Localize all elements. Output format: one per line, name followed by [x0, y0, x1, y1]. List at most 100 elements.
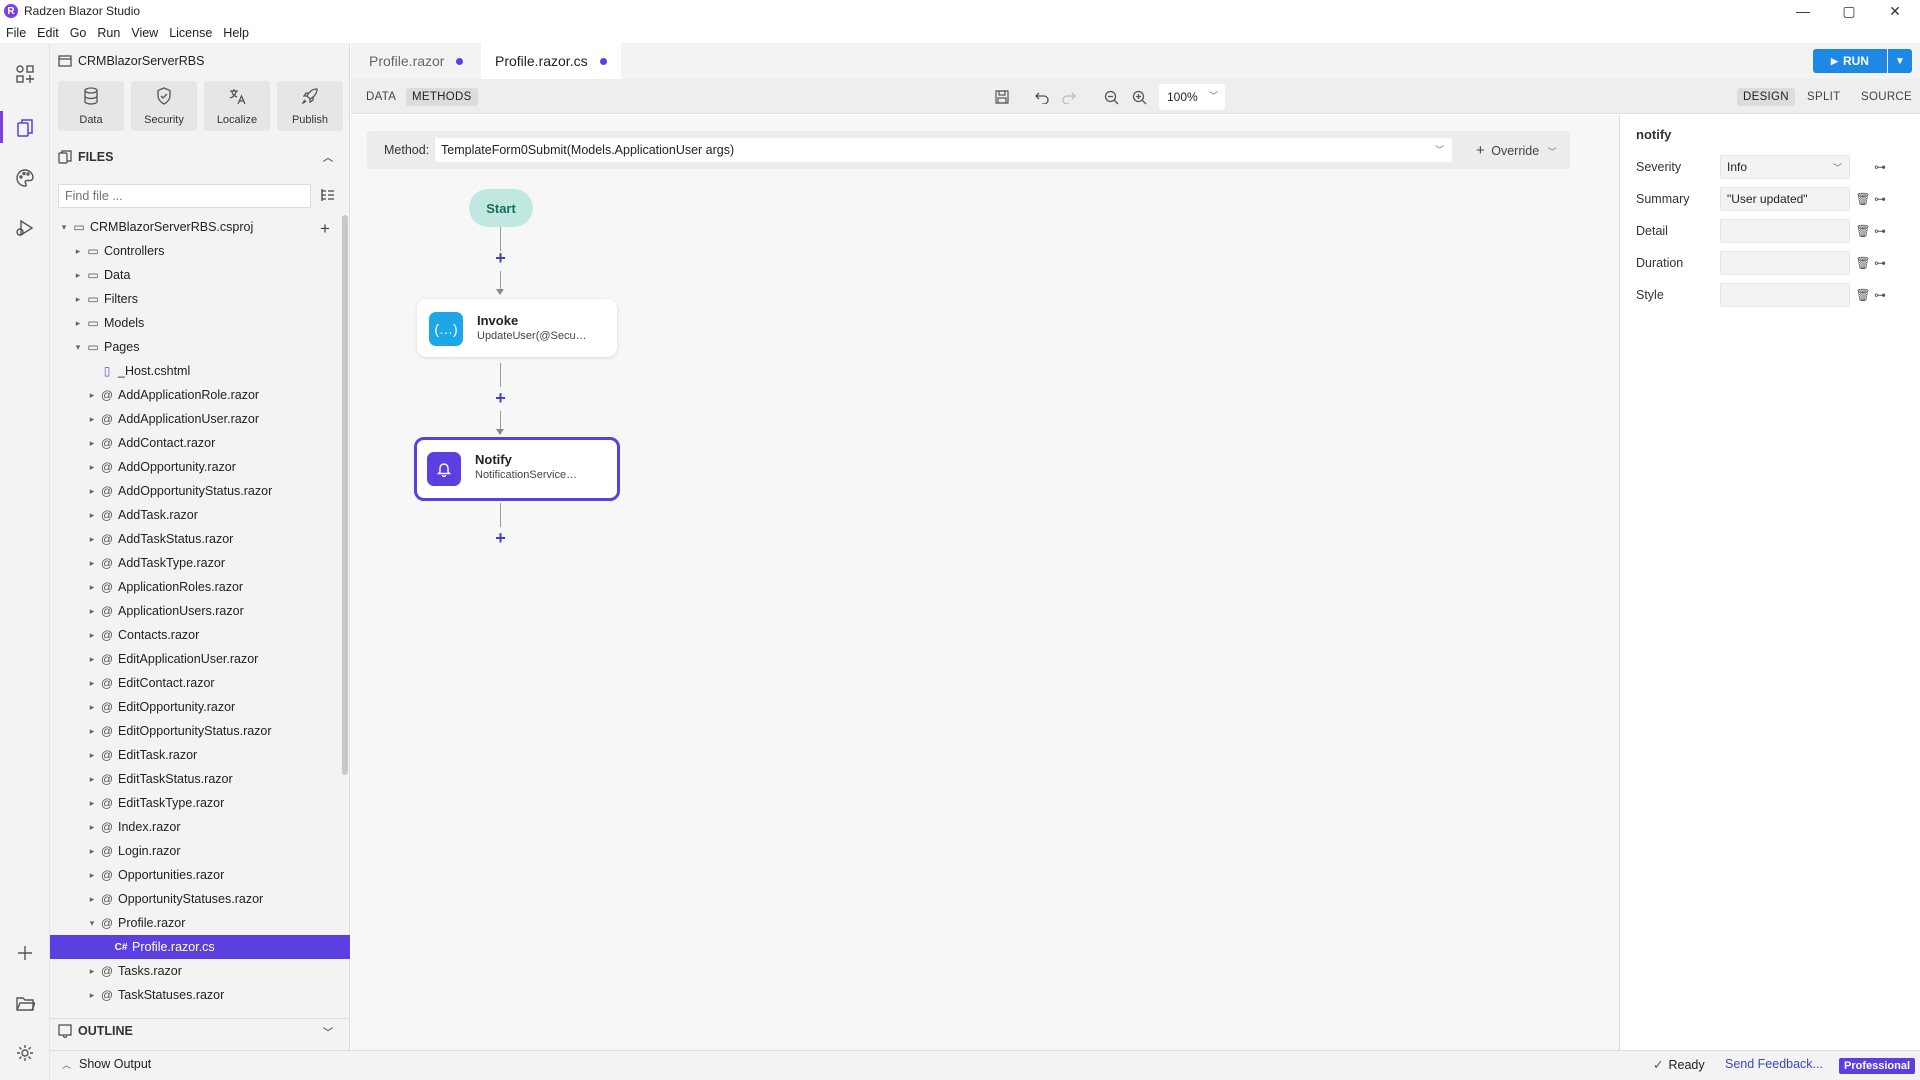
menu-view[interactable]: View: [131, 26, 158, 40]
chevron-right-icon[interactable]: ▸: [86, 846, 98, 857]
tree-item[interactable]: ▸ @ EditTaskStatus.razor: [50, 767, 350, 791]
tree-item[interactable]: ▸ @ EditContact.razor: [50, 671, 350, 695]
chevron-right-icon[interactable]: ▸: [86, 606, 98, 617]
restore-button[interactable]: ▢: [1826, 0, 1872, 22]
tree-item[interactable]: ▸ @ AddOpportunityStatus.razor: [50, 479, 350, 503]
menu-edit[interactable]: Edit: [37, 26, 59, 40]
tree-item[interactable]: ▸ ▭ Models: [50, 311, 350, 335]
delete-icon[interactable]: 🗑: [1854, 222, 1872, 240]
folder-open-icon[interactable]: [12, 990, 38, 1016]
outline-section-header[interactable]: OUTLINE ﹀: [50, 1018, 350, 1042]
chevron-right-icon[interactable]: ▸: [86, 702, 98, 713]
publish-tool-button[interactable]: Publish: [277, 81, 343, 131]
chevron-right-icon[interactable]: ▸: [86, 822, 98, 833]
security-tool-button[interactable]: Security: [131, 81, 197, 131]
chevron-right-icon[interactable]: ▸: [86, 486, 98, 497]
files-icon[interactable]: [12, 115, 38, 141]
chevron-right-icon[interactable]: ▸: [86, 750, 98, 761]
chevron-right-icon[interactable]: ▸: [86, 534, 98, 545]
chevron-right-icon[interactable]: ▸: [86, 654, 98, 665]
chevron-right-icon[interactable]: ▸: [86, 630, 98, 641]
tree-item[interactable]: ▸ @ AddContact.razor: [50, 431, 350, 455]
files-section-header[interactable]: FILES ︿: [50, 145, 350, 169]
tab-methods[interactable]: METHODS: [406, 88, 478, 106]
components-icon[interactable]: [12, 61, 38, 87]
chevron-down-icon[interactable]: ▾: [58, 222, 70, 233]
tree-item[interactable]: ▸ @ Tasks.razor: [50, 959, 350, 983]
tree-item[interactable]: ▸ ▭ Filters: [50, 287, 350, 311]
tree-item[interactable]: ▸ @ AddTaskStatus.razor: [50, 527, 350, 551]
chevron-right-icon[interactable]: ▸: [72, 294, 84, 305]
menu-go[interactable]: Go: [70, 26, 87, 40]
tree-item[interactable]: ▸ @ AddTask.razor: [50, 503, 350, 527]
start-node[interactable]: Start: [469, 189, 533, 227]
tree-item[interactable]: ▸ ▭ Data: [50, 263, 350, 287]
tree-item[interactable]: ▸ @ OpportunityStatuses.razor: [50, 887, 350, 911]
tab-design[interactable]: DESIGN: [1737, 88, 1795, 106]
zoom-select[interactable]: 100% ﹀: [1159, 84, 1225, 110]
chevron-right-icon[interactable]: ▸: [86, 774, 98, 785]
tree-item[interactable]: ▸ ▭ Controllers: [50, 239, 350, 263]
redo-icon[interactable]: [1059, 87, 1079, 107]
zoom-in-icon[interactable]: [1129, 87, 1149, 107]
chevron-right-icon[interactable]: ▸: [86, 678, 98, 689]
severity-select[interactable]: Info ﹀: [1720, 155, 1850, 179]
tree-scrollbar[interactable]: [342, 215, 348, 775]
tab-profile-razor-cs[interactable]: Profile.razor.cs: [481, 43, 621, 79]
tree-item[interactable]: ▸ @ AddOpportunity.razor: [50, 455, 350, 479]
find-file-input[interactable]: [58, 184, 311, 208]
tab-data[interactable]: DATA: [360, 88, 402, 106]
link-icon[interactable]: ⊶: [1871, 222, 1889, 240]
tree-item[interactable]: ▸ @ EditOpportunityStatus.razor: [50, 719, 350, 743]
undo-icon[interactable]: [1032, 87, 1052, 107]
tree-item[interactable]: ▾ ▭ Pages: [50, 335, 350, 359]
show-output-button[interactable]: ︿ Show Output: [62, 1057, 151, 1071]
tree-item[interactable]: ▸ @ Opportunities.razor: [50, 863, 350, 887]
chevron-right-icon[interactable]: ▸: [86, 414, 98, 425]
chevron-right-icon[interactable]: ▸: [86, 390, 98, 401]
tree-item[interactable]: ▸ @ TaskStatuses.razor: [50, 983, 350, 1007]
tree-item[interactable]: ▸ @ AddApplicationRole.razor: [50, 383, 350, 407]
method-select[interactable]: TemplateForm0Submit(Models.ApplicationUs…: [435, 138, 1452, 162]
tree-item[interactable]: ▸ @ AddTaskType.razor: [50, 551, 350, 575]
debug-icon[interactable]: [12, 215, 38, 241]
style-input[interactable]: [1720, 283, 1850, 307]
tree-item[interactable]: ▸ @ AddApplicationUser.razor: [50, 407, 350, 431]
chevron-right-icon[interactable]: ▸: [86, 726, 98, 737]
tree-item[interactable]: ▾ ▭ CRMBlazorServerRBS.csproj: [50, 215, 350, 239]
link-icon[interactable]: ⊶: [1871, 286, 1889, 304]
link-icon[interactable]: ⊶: [1871, 190, 1889, 208]
chevron-down-icon[interactable]: ▾: [72, 342, 84, 353]
minimize-button[interactable]: —: [1780, 0, 1826, 22]
tree-item[interactable]: ▸ @ EditTaskType.razor: [50, 791, 350, 815]
tree-item[interactable]: ▸ @ Login.razor: [50, 839, 350, 863]
tab-source[interactable]: SOURCE: [1855, 88, 1918, 106]
delete-icon[interactable]: 🗑: [1854, 286, 1872, 304]
localize-tool-button[interactable]: Localize: [204, 81, 270, 131]
menu-help[interactable]: Help: [223, 26, 249, 40]
send-feedback-link[interactable]: Send Feedback...: [1725, 1057, 1823, 1071]
chevron-right-icon[interactable]: ▸: [72, 246, 84, 257]
tree-item[interactable]: ▸ @ EditApplicationUser.razor: [50, 647, 350, 671]
chevron-right-icon[interactable]: ▸: [86, 582, 98, 593]
menu-file[interactable]: File: [6, 26, 26, 40]
chevron-right-icon[interactable]: ▸: [72, 270, 84, 281]
chevron-right-icon[interactable]: ▸: [86, 870, 98, 881]
chevron-down-icon[interactable]: ﹀: [323, 1024, 333, 1039]
detail-input[interactable]: [1720, 219, 1850, 243]
tree-item[interactable]: ▸ @ Index.razor: [50, 815, 350, 839]
chevron-right-icon[interactable]: ▸: [86, 894, 98, 905]
run-button[interactable]: ▶ RUN: [1813, 49, 1887, 73]
chevron-right-icon[interactable]: ▸: [86, 798, 98, 809]
zoom-out-icon[interactable]: [1101, 87, 1121, 107]
palette-icon[interactable]: [12, 165, 38, 191]
tab-split[interactable]: SPLIT: [1801, 88, 1846, 106]
add-step-button[interactable]: +: [491, 528, 510, 548]
tree-item[interactable]: C# Profile.razor.cs: [50, 935, 350, 959]
invoke-node[interactable]: (…) Invoke UpdateUser(@Security.User.Id,…: [417, 299, 617, 357]
tree-item[interactable]: ▸ @ EditOpportunity.razor: [50, 695, 350, 719]
tree-item[interactable]: ▸ @ ApplicationUsers.razor: [50, 599, 350, 623]
settings-icon[interactable]: [12, 1040, 38, 1066]
tree-item[interactable]: ▸ @ Contacts.razor: [50, 623, 350, 647]
tree-item[interactable]: ▯ _Host.cshtml: [50, 359, 350, 383]
